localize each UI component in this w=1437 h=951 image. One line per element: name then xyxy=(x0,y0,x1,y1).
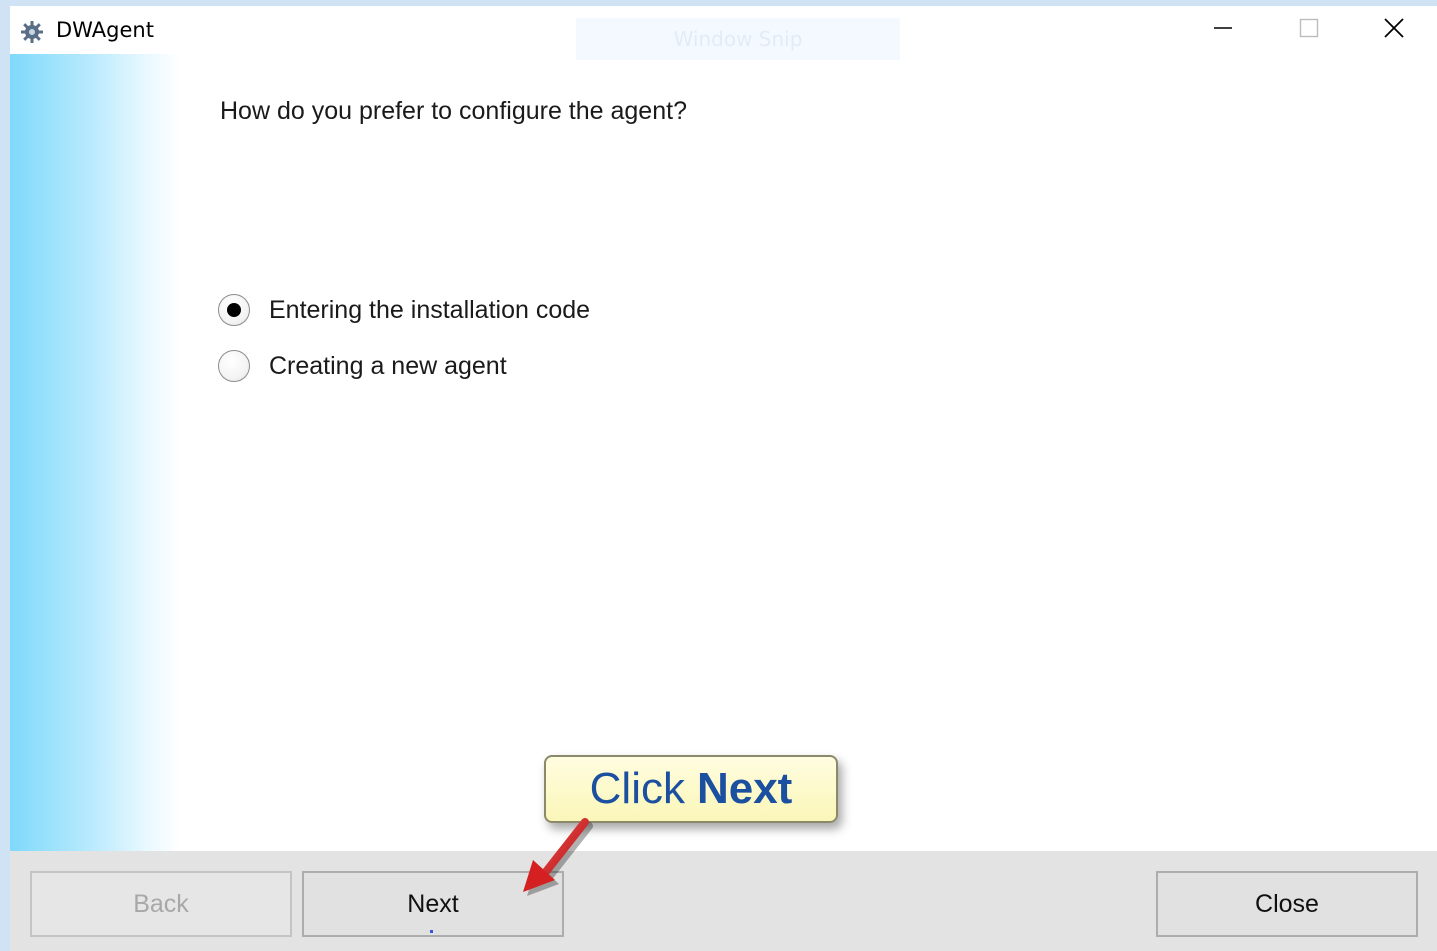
option-installation-code[interactable]: Entering the installation code xyxy=(218,292,590,328)
maximize-button[interactable] xyxy=(1266,6,1352,54)
red-arrow-icon xyxy=(523,818,593,896)
radio-button-installation-code[interactable] xyxy=(218,294,250,326)
minimize-button[interactable] xyxy=(1180,6,1266,54)
focus-indicator xyxy=(430,930,433,933)
callout-prefix: Click xyxy=(589,764,685,813)
maximize-icon xyxy=(1299,18,1319,43)
close-window-button[interactable] xyxy=(1351,6,1437,54)
callout-emphasis: Next xyxy=(696,764,793,813)
click-next-callout: Click Next xyxy=(544,755,838,823)
window-snip-label: Window Snip xyxy=(576,18,900,60)
title-bar[interactable]: DWAgent Window Snip xyxy=(10,6,1437,60)
radio-selected-dot xyxy=(227,303,241,317)
sidebar-gradient-panel xyxy=(10,54,180,851)
radio-button-new-agent[interactable] xyxy=(218,350,250,382)
next-button-label: Next xyxy=(407,889,459,918)
close-icon xyxy=(1383,17,1405,44)
minimize-icon xyxy=(1213,18,1233,43)
close-button[interactable]: Close xyxy=(1156,871,1418,937)
back-button[interactable]: Back xyxy=(30,871,292,937)
config-question: How do you prefer to configure the agent… xyxy=(220,97,687,125)
window-title: DWAgent xyxy=(56,18,154,42)
option-label: Creating a new agent xyxy=(269,351,507,380)
option-label: Entering the installation code xyxy=(269,295,591,324)
gear-icon xyxy=(20,20,44,44)
option-new-agent[interactable]: Creating a new agent xyxy=(218,348,507,384)
dwagent-window: DWAgent Window Snip How do you prefer to… xyxy=(0,0,1437,951)
